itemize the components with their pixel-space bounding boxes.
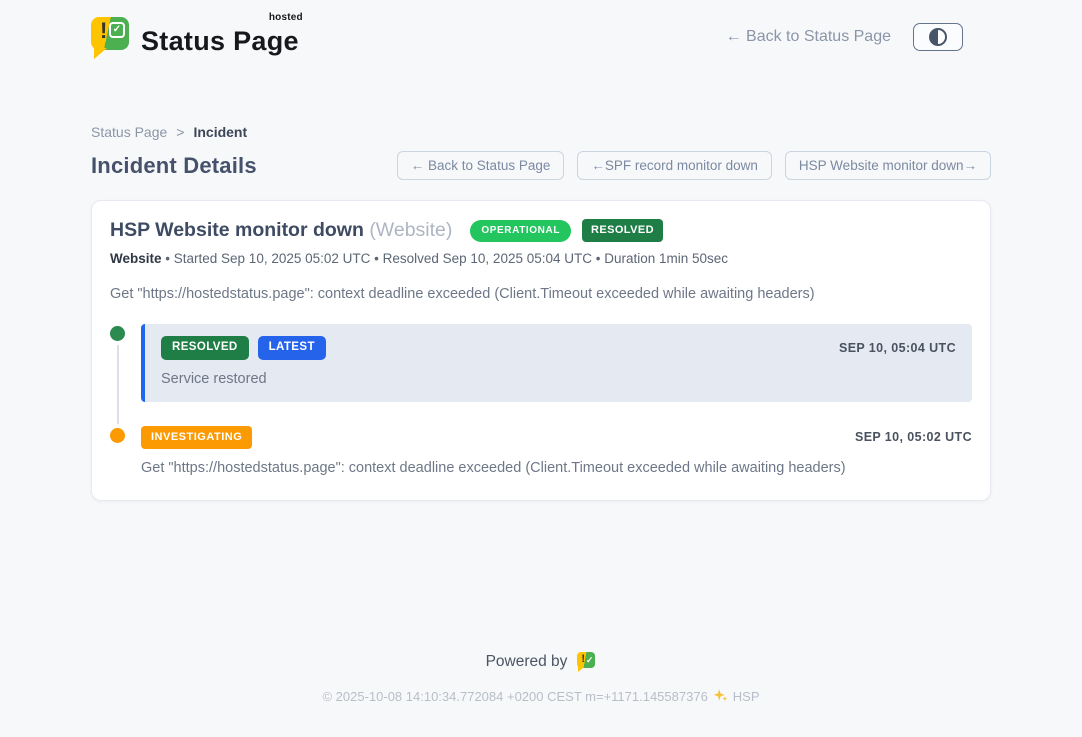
- logo-bubble-tail: [94, 48, 107, 59]
- brand-superscript: hosted: [269, 12, 303, 23]
- resolved-badge: RESOLVED: [582, 219, 663, 242]
- incident-meta-component: Website: [110, 251, 162, 266]
- check-icon: ✓: [109, 22, 125, 38]
- latest-badge: LATEST: [258, 336, 326, 360]
- next-incident-button[interactable]: HSP Website monitor down→: [785, 151, 991, 180]
- brand-name: Status Pagehosted: [141, 14, 299, 57]
- statuspage-mini-logo-icon: ! ✓: [576, 651, 596, 673]
- incident-card: HSP Website monitor down (Website) OPERAT…: [91, 200, 991, 501]
- timeline-dot-investigating: [110, 428, 125, 443]
- update-message: Get "https://hostedstatus.page": context…: [141, 460, 972, 476]
- update-timestamp: SEP 10, 05:04 UTC: [839, 341, 956, 355]
- header-actions: ← Back to Status Page: [726, 23, 991, 51]
- latest-update-box: RESOLVED LATEST SEP 10, 05:04 UTC Servic…: [141, 324, 972, 402]
- mini-logo-bubble-tail: [578, 667, 584, 672]
- incident-title: HSP Website monitor down: [110, 219, 364, 241]
- timeline-entry-resolved: RESOLVED LATEST SEP 10, 05:04 UTC Servic…: [110, 324, 972, 402]
- contrast-icon: [929, 28, 947, 46]
- copyright-text: © 2025-10-08 14:10:34.772084 +0200 CEST …: [322, 689, 707, 704]
- incident-nav-buttons: ← Back to Status Page ←SPF record monito…: [397, 151, 991, 180]
- update-timestamp: SEP 10, 05:02 UTC: [855, 430, 972, 444]
- timeline-entry-content: RESOLVED LATEST SEP 10, 05:04 UTC Servic…: [141, 324, 972, 402]
- title-row: Incident Details ← Back to Status Page ←…: [91, 151, 991, 180]
- copyright-line: © 2025-10-08 14:10:34.772084 +0200 CEST …: [91, 688, 991, 706]
- resolved-status-badge: RESOLVED: [161, 336, 249, 360]
- incident-title-row: HSP Website monitor down (Website) OPERAT…: [110, 219, 972, 242]
- theme-toggle-button[interactable]: [913, 23, 963, 51]
- footer: Powered by ! ✓ © 2025-10-08 14:10:34.772…: [91, 651, 991, 706]
- header: ! ✓ Status Pagehosted ← Back to Status P…: [91, 0, 991, 60]
- timeline-entry-investigating: INVESTIGATING SEP 10, 05:02 UTC Get "htt…: [110, 426, 972, 476]
- page-container: ! ✓ Status Pagehosted ← Back to Status P…: [91, 0, 991, 706]
- update-header: RESOLVED LATEST SEP 10, 05:04 UTC: [161, 336, 956, 360]
- sparkles-icon: [713, 688, 728, 706]
- update-message: Service restored: [161, 371, 956, 387]
- timeline-entry-content: INVESTIGATING SEP 10, 05:02 UTC Get "htt…: [141, 426, 972, 476]
- brand-text: Status Page: [141, 26, 299, 56]
- breadcrumb-status-page[interactable]: Status Page: [91, 124, 167, 140]
- incident-meta-details: • Started Sep 10, 2025 05:02 UTC • Resol…: [165, 251, 728, 266]
- update-header: INVESTIGATING SEP 10, 05:02 UTC: [141, 426, 972, 449]
- page-title: Incident Details: [91, 153, 257, 179]
- breadcrumb-incident: Incident: [193, 124, 247, 140]
- breadcrumb-separator: >: [176, 124, 184, 140]
- incident-description: Get "https://hostedstatus.page": context…: [110, 286, 972, 302]
- statuspage-logo-icon: ! ✓: [91, 14, 131, 60]
- mini-check-icon: ✓: [586, 655, 594, 666]
- copyright-brand: HSP: [733, 689, 760, 704]
- back-to-status-page-link[interactable]: ← Back to Status Page: [726, 28, 891, 46]
- statuspage-logo[interactable]: ! ✓ Status Pagehosted: [91, 14, 299, 60]
- investigating-status-badge: INVESTIGATING: [141, 426, 252, 449]
- back-to-status-page-button[interactable]: ← Back to Status Page: [397, 151, 565, 180]
- incident-meta: Website • Started Sep 10, 2025 05:02 UTC…: [110, 251, 972, 266]
- exclamation-glyph: !: [100, 18, 107, 44]
- breadcrumb: Status Page > Incident: [91, 124, 991, 140]
- mini-exclamation-glyph: !: [581, 653, 585, 665]
- timeline-dot-resolved: [110, 326, 125, 341]
- prev-incident-button[interactable]: ←SPF record monitor down: [577, 151, 772, 180]
- powered-by-label: Powered by: [486, 653, 568, 671]
- incident-timeline: RESOLVED LATEST SEP 10, 05:04 UTC Servic…: [110, 324, 972, 476]
- operational-badge: OPERATIONAL: [470, 220, 571, 242]
- powered-by[interactable]: Powered by ! ✓: [91, 651, 991, 673]
- incident-component: (Website): [369, 219, 452, 241]
